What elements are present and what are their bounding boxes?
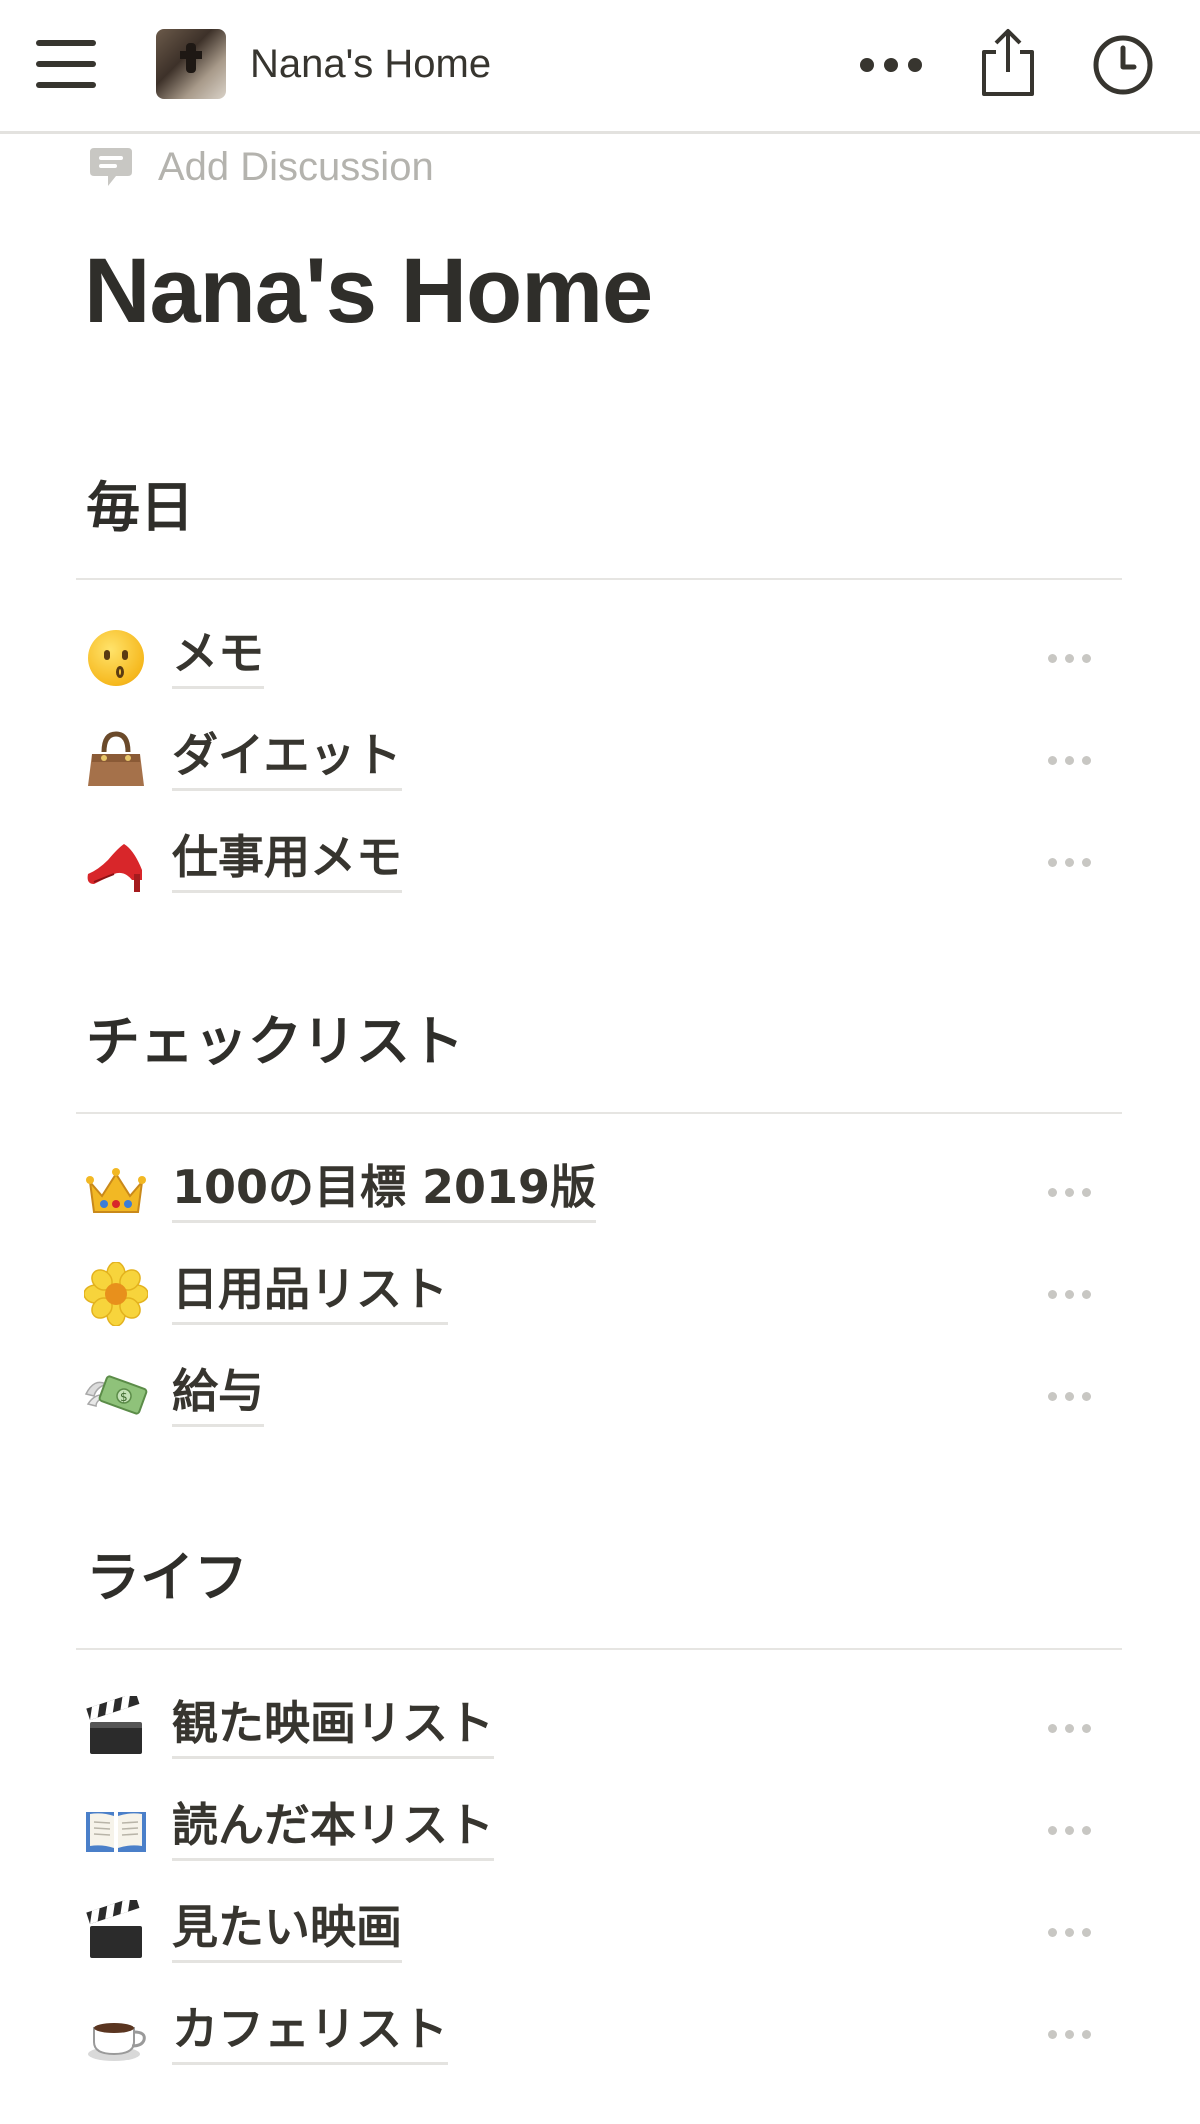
hot-beverage-icon [84,2002,148,2066]
money-with-wings-icon: $ [84,1364,148,1428]
page-thumbnail[interactable] [156,29,226,99]
page-link[interactable]: 観た映画リスト [172,1692,494,1759]
clock-icon[interactable] [1092,34,1154,96]
list-item[interactable]: 読んだ本リスト [0,1780,1200,1880]
kissing-face-icon [84,626,148,690]
more-horizontal-icon[interactable] [860,54,924,76]
section-heading[interactable]: チェックリスト [86,1002,464,1082]
list-item[interactable]: 観た映画リスト [0,1678,1200,1778]
open-book-icon [84,1798,148,1862]
page-title[interactable]: Nana's Home [84,236,653,346]
high-heel-icon [84,830,148,894]
more-icon[interactable] [1048,652,1096,666]
section-heading[interactable]: ライフ [86,1538,248,1618]
add-discussion-button[interactable]: Add Discussion [88,140,434,194]
crown-icon [84,1160,148,1224]
list-item[interactable]: 見たい映画 [0,1882,1200,1982]
more-icon[interactable] [1048,1288,1096,1302]
page-link[interactable]: 100の目標 2019版 [172,1156,597,1223]
list-item[interactable]: $ 給与 [0,1346,1200,1446]
divider [76,578,1122,580]
more-icon[interactable] [1048,1722,1096,1736]
page-link[interactable]: 読んだ本リスト [172,1794,494,1861]
comment-icon [90,148,132,186]
page-link[interactable]: メモ [172,622,264,689]
share-icon[interactable] [978,26,1038,98]
svg-text:$: $ [120,1390,128,1404]
divider [76,1648,1122,1650]
list-item[interactable]: ダイエット [0,710,1200,810]
more-icon[interactable] [1048,1390,1096,1404]
topbar-page-title[interactable]: Nana's Home [250,36,491,92]
list-item[interactable]: カフェリスト [0,1984,1200,2084]
hamburger-menu-icon[interactable] [36,40,96,88]
clapper-board-icon [84,1692,148,1760]
section-heading[interactable]: 毎日 [86,468,194,548]
more-icon[interactable] [1048,2028,1096,2042]
clapper-board-icon [84,1896,148,1964]
more-icon[interactable] [1048,1926,1096,1940]
page-link[interactable]: 見たい映画 [172,1896,402,1963]
more-icon[interactable] [1048,856,1096,870]
handbag-icon [84,728,148,792]
add-discussion-label: Add Discussion [158,144,434,189]
more-icon[interactable] [1048,1824,1096,1838]
page-link[interactable]: ダイエット [172,724,402,791]
page-link[interactable]: 仕事用メモ [172,826,402,893]
divider [76,1112,1122,1114]
list-item[interactable]: 仕事用メモ [0,812,1200,912]
more-icon[interactable] [1048,754,1096,768]
more-icon[interactable] [1048,1186,1096,1200]
list-item[interactable]: 日用品リスト [0,1244,1200,1344]
page-link[interactable]: カフェリスト [172,1998,448,2065]
list-item[interactable]: メモ [0,608,1200,708]
top-app-bar: Nana's Home [0,0,1200,134]
list-item[interactable]: 100の目標 2019版 [0,1142,1200,1242]
blossom-icon [83,1261,149,1327]
page-link[interactable]: 日用品リスト [172,1258,448,1325]
page-link[interactable]: 給与 [172,1360,264,1427]
